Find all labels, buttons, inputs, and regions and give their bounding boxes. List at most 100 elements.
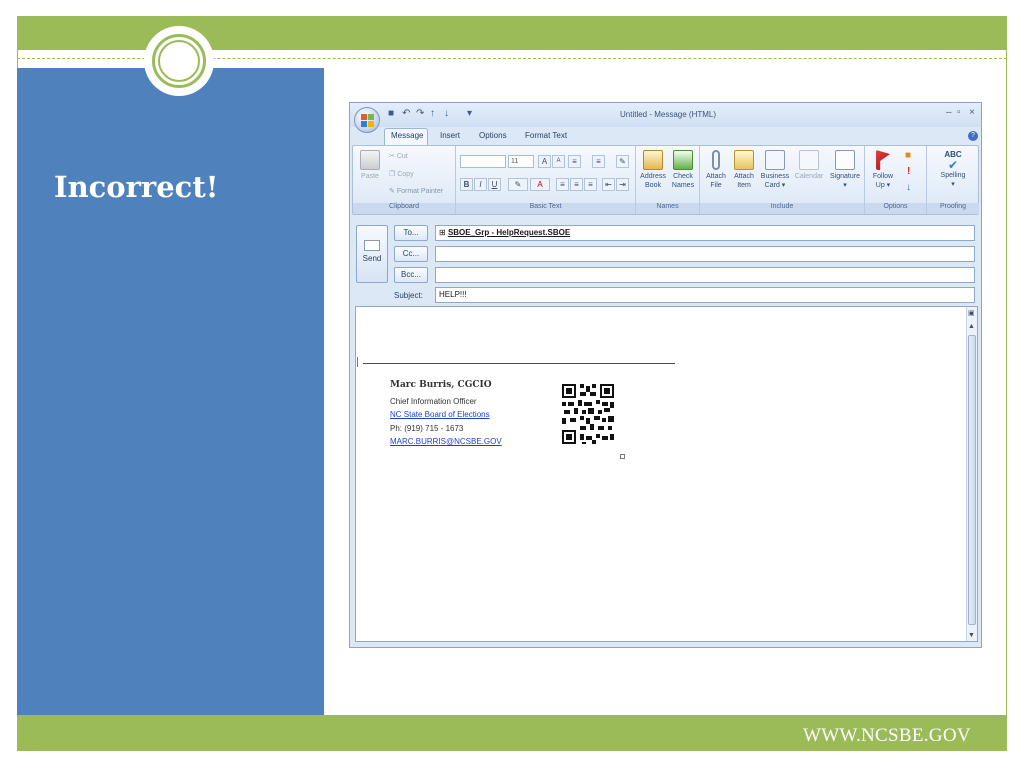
low-importance-icon[interactable]: ↓ xyxy=(906,182,911,193)
bold-icon[interactable]: B xyxy=(460,178,473,191)
address-book-button[interactable]: Address Book xyxy=(638,150,668,190)
signature-icon xyxy=(835,150,855,170)
scrollbar-thumb[interactable] xyxy=(968,335,976,625)
clear-formatting-icon[interactable]: ✎ xyxy=(616,155,629,168)
underline-icon[interactable]: U xyxy=(488,178,501,191)
options-group: Follow Up ▾ ■ ! ↓ Options xyxy=(865,146,927,214)
ruler-icon[interactable]: ▣ xyxy=(968,309,975,317)
align-right-icon[interactable]: ≡ xyxy=(584,178,597,191)
business-card-button[interactable]: Business Card ▾ xyxy=(758,150,792,190)
business-card-icon xyxy=(765,150,785,170)
expand-group-icon[interactable]: ⊞ xyxy=(439,228,446,237)
categorize-icon[interactable]: ■ xyxy=(905,150,911,161)
signature-title: Chief Information Officer xyxy=(390,397,477,406)
minimize-icon[interactable]: – xyxy=(946,107,952,118)
scroll-down-icon[interactable]: ▼ xyxy=(968,632,975,639)
include-label: Include xyxy=(700,203,864,214)
basic-text-label: Basic Text xyxy=(456,203,635,214)
scroll-up-icon[interactable]: ▲ xyxy=(968,323,975,330)
tab-message[interactable]: Message xyxy=(391,131,423,140)
bullets-icon[interactable]: ≡ xyxy=(568,155,581,168)
names-label: Names xyxy=(636,203,699,214)
numbering-icon[interactable]: ≡ xyxy=(592,155,605,168)
include-group: Attach File Attach Item Business Card ▾ Cal… xyxy=(700,146,865,214)
maximize-icon[interactable]: ▫ xyxy=(957,107,961,118)
checkmark-icon: ✔ xyxy=(947,158,959,172)
calendar-icon xyxy=(799,150,819,170)
clipboard-group: Paste ✂ Cut ❐ Copy ✎ Format Painter Clip… xyxy=(353,146,456,214)
italic-icon[interactable]: I xyxy=(474,178,487,191)
attach-item-button[interactable]: Attach Item xyxy=(730,150,758,190)
paste-icon xyxy=(360,150,380,170)
send-button[interactable]: Send xyxy=(356,225,388,283)
cc-button[interactable]: Cc... xyxy=(394,246,428,262)
to-button[interactable]: To... xyxy=(394,225,428,241)
copy-button[interactable]: ❐ Copy xyxy=(389,170,414,178)
resize-handle-icon xyxy=(620,454,625,459)
proofing-group: ABC ✔ Spelling ▾ Proofing xyxy=(927,146,979,214)
grow-font-icon[interactable]: A xyxy=(538,155,551,168)
window-title: Untitled - Message (HTML) xyxy=(620,110,717,119)
decrease-indent-icon[interactable]: ⇤ xyxy=(602,178,615,191)
highlight-icon[interactable]: ✎ xyxy=(508,178,528,191)
tab-insert[interactable]: Insert xyxy=(440,131,460,140)
redo-icon[interactable]: ↷ xyxy=(416,109,424,119)
cc-field[interactable] xyxy=(435,246,975,262)
align-center-icon[interactable]: ≡ xyxy=(570,178,583,191)
down-arrow-icon[interactable]: ↓ xyxy=(444,109,449,119)
send-envelope-icon xyxy=(364,240,380,251)
text-cursor xyxy=(357,357,358,367)
vertical-scrollbar[interactable]: ▣ ▲ ▼ xyxy=(966,307,977,641)
message-body[interactable]: Marc Burris, CGCIO Chief Information Off… xyxy=(355,306,978,642)
help-icon[interactable]: ? xyxy=(968,131,978,141)
follow-up-button[interactable]: Follow Up ▾ xyxy=(869,150,897,190)
paperclip-icon xyxy=(712,150,720,170)
to-field[interactable]: ⊞ SBOE_Grp - HelpRequest.SBOE xyxy=(435,225,975,241)
tab-options[interactable]: Options xyxy=(479,131,507,140)
spelling-button[interactable]: ABC ✔ Spelling ▾ xyxy=(935,150,971,189)
subject-field[interactable]: HELP!!! xyxy=(435,287,975,303)
signature-name: Marc Burris, CGCIO xyxy=(390,380,492,390)
align-left-icon[interactable]: ≡ xyxy=(556,178,569,191)
attach-file-button[interactable]: Attach File xyxy=(702,150,730,190)
calendar-button[interactable]: Calendar xyxy=(792,150,826,181)
ribbon-tabs: Message Insert Options Format Text xyxy=(350,127,981,145)
font-color-icon[interactable]: A xyxy=(530,178,550,191)
title-bar: ■ ↶ ↷ ↑ ↓ ▾ Untitled - Message (HTML) – … xyxy=(350,103,981,127)
to-recipient[interactable]: SBOE_Grp - HelpRequest.SBOE xyxy=(448,228,570,237)
cut-button[interactable]: ✂ Cut xyxy=(389,152,408,160)
address-book-icon xyxy=(643,150,663,170)
high-importance-icon[interactable]: ! xyxy=(907,166,910,177)
ribbon: Paste ✂ Cut ❐ Copy ✎ Format Painter Clip… xyxy=(352,145,979,215)
font-size-combo[interactable]: 11 xyxy=(508,155,534,168)
basic-text-group: 11 A A ≡ ≡ ✎ B I U ✎ A ≡ ≡ ≡ ⇤ ⇥ Basic T… xyxy=(456,146,636,214)
tab-format-text[interactable]: Format Text xyxy=(525,131,567,140)
signature-org-link[interactable]: NC State Board of Elections xyxy=(390,410,490,419)
undo-icon[interactable]: ↶ xyxy=(402,109,410,119)
font-name-combo[interactable] xyxy=(460,155,506,168)
up-arrow-icon[interactable]: ↑ xyxy=(430,109,435,119)
decorative-inner-ring xyxy=(158,40,200,82)
slide-title: Incorrect! xyxy=(54,170,219,204)
clipboard-label: Clipboard xyxy=(353,203,455,214)
shrink-font-icon[interactable]: A xyxy=(552,155,565,168)
close-icon[interactable]: × xyxy=(969,107,975,118)
signature-divider xyxy=(363,363,675,364)
paste-button[interactable]: Paste xyxy=(356,150,384,181)
outlook-message-window: ■ ↶ ↷ ↑ ↓ ▾ Untitled - Message (HTML) – … xyxy=(349,102,982,648)
format-painter-button[interactable]: ✎ Format Painter xyxy=(389,187,443,195)
customize-dropdown-icon[interactable]: ▾ xyxy=(467,109,472,119)
check-names-button[interactable]: Check Names xyxy=(668,150,698,190)
subject-label: Subject: xyxy=(394,291,423,300)
bcc-button[interactable]: Bcc... xyxy=(394,267,428,283)
increase-indent-icon[interactable]: ⇥ xyxy=(616,178,629,191)
check-names-icon xyxy=(673,150,693,170)
qr-code-icon xyxy=(562,384,614,444)
footer-url: WWW.NCSBE.GOV xyxy=(803,725,971,746)
signature-phone: Ph: (919) 715 - 1673 xyxy=(390,424,464,433)
signature-email-link[interactable]: MARC.BURRIS@NCSBE.GOV xyxy=(390,437,502,446)
save-icon[interactable]: ■ xyxy=(388,109,394,119)
bcc-field[interactable] xyxy=(435,267,975,283)
office-logo-icon xyxy=(361,114,374,127)
signature-button[interactable]: Signature ▾ xyxy=(826,150,864,190)
